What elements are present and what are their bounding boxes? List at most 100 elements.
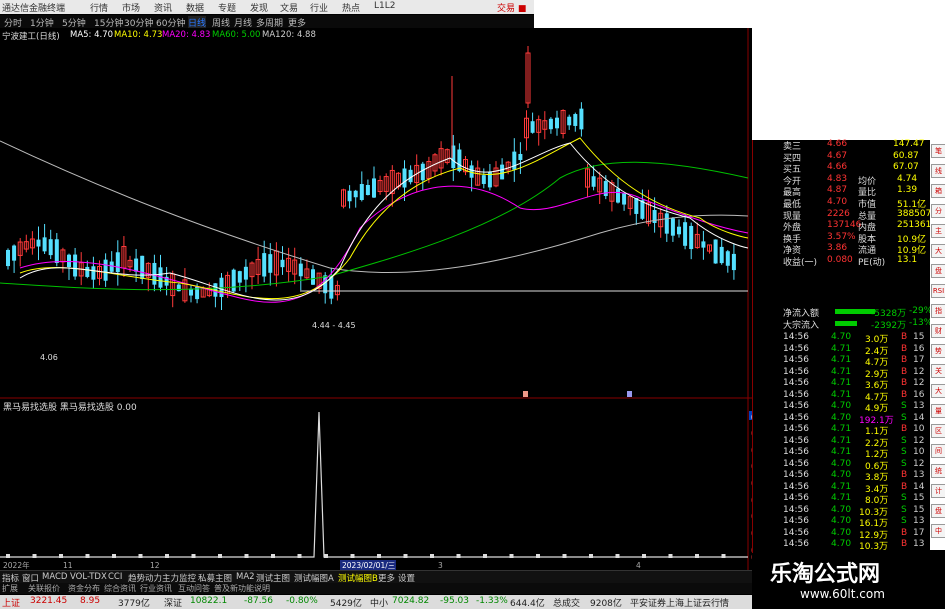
info-tab[interactable]: 普及新功能说明 xyxy=(214,583,270,594)
tick-row: 14:56 4.70 10.3万 S 15 xyxy=(753,505,924,518)
menu-item[interactable]: 热点 xyxy=(342,1,360,14)
tick-price: 4.71 xyxy=(831,343,852,354)
quote-label2: PE(动) xyxy=(858,258,886,268)
menu-item[interactable]: 资讯 xyxy=(154,1,172,14)
tick-price: 4.70 xyxy=(831,458,852,469)
side-button[interactable]: 统 xyxy=(931,464,945,478)
sh-label[interactable]: 上证 xyxy=(2,596,20,609)
side-button[interactable]: 关 xyxy=(931,364,945,378)
side-button[interactable]: 主 xyxy=(931,224,945,238)
quote-label: 收益(一) xyxy=(783,258,818,268)
tick-price: 4.71 xyxy=(831,493,852,503)
info-tab[interactable]: 综合资讯 xyxy=(104,583,136,594)
candle-body xyxy=(353,190,358,198)
event-marker[interactable] xyxy=(627,391,632,397)
side-button[interactable]: RSI xyxy=(931,284,945,298)
menu-item[interactable]: 数据 xyxy=(186,1,204,14)
baseline-dot xyxy=(271,554,275,558)
candle-body xyxy=(518,153,523,161)
indicator-tab[interactable]: MACD xyxy=(42,572,67,582)
tick-volume: 10.3万 xyxy=(859,542,889,552)
event-marker[interactable] xyxy=(523,391,528,397)
side-button[interactable]: 大 xyxy=(931,244,945,258)
side-button[interactable]: 盘 xyxy=(931,264,945,278)
info-tab[interactable]: 资金分布 xyxy=(68,583,100,594)
indicator-tab[interactable]: MA2 xyxy=(236,572,255,582)
side-button[interactable]: 间 xyxy=(931,444,945,458)
kline-chart[interactable]: 5.305.205.105.004.904.804.704.604.504.40… xyxy=(0,28,752,400)
info-tab[interactable]: 行业资讯 xyxy=(140,583,172,594)
indicator-tabs: 指标 窗口 MACD VOL-TDX CCI 趋势动力 主力监控 私募主图 MA2 测试主图 测试幅… xyxy=(0,570,760,584)
menu-item[interactable]: 文易 xyxy=(280,1,298,14)
menu-item[interactable]: 发现 xyxy=(250,1,268,14)
candle-body xyxy=(54,239,59,264)
indicator-tab[interactable]: CCI xyxy=(108,572,122,582)
side-button[interactable]: 线 xyxy=(931,164,945,178)
menu-item[interactable]: L1L2 xyxy=(374,1,395,11)
quote-value2: 13.1 xyxy=(897,255,918,265)
side-button[interactable]: 分 xyxy=(931,204,945,218)
watermark-title: 乐淘公式网 xyxy=(770,562,881,587)
candle-body xyxy=(701,241,706,248)
tick-price: 4.70 xyxy=(831,527,852,538)
menu-item[interactable]: 行业 xyxy=(310,1,328,14)
side-button[interactable]: 财 xyxy=(931,324,945,338)
side-button[interactable]: 大 xyxy=(931,384,945,398)
quote-value: 4.67 xyxy=(827,150,848,161)
menu-item[interactable]: 专题 xyxy=(218,1,236,14)
quote-row: 卖三 4.66 147.47 xyxy=(753,139,931,152)
quote-value2: 251361 xyxy=(897,220,932,231)
flow-label: 大宗流入 xyxy=(783,321,820,331)
side-button[interactable]: 箱 xyxy=(931,184,945,198)
tick-direction: B xyxy=(901,539,908,549)
tick-price: 4.70 xyxy=(831,412,852,423)
info-tab[interactable]: 关联报价 xyxy=(28,583,60,594)
quote-value: 4.87 xyxy=(827,185,848,196)
tick-row: 14:56 4.70 0.6万 S 12 xyxy=(753,458,924,472)
side-button[interactable]: 笔 xyxy=(931,144,945,158)
candle-body xyxy=(573,114,578,126)
baseline-dot xyxy=(615,554,620,558)
tick-price: 4.71 xyxy=(831,378,852,388)
menu-item[interactable]: 市场 xyxy=(122,1,140,14)
tick-row: 14:56 4.70 3.0万 B 15 xyxy=(753,332,924,345)
menu-item[interactable]: 行情 xyxy=(90,1,108,14)
indicator-tab[interactable]: VOL-TDX xyxy=(70,572,107,582)
tick-row: 14:56 4.71 3.6万 B 12 xyxy=(753,378,924,391)
trade-button[interactable]: 交易 ■ xyxy=(497,1,526,14)
tick-time: 14:56 xyxy=(783,378,809,388)
sh-amount: 3779亿 xyxy=(118,599,150,609)
side-button[interactable]: 指 xyxy=(931,304,945,318)
candle-body xyxy=(372,178,376,198)
tick-time: 14:56 xyxy=(783,332,809,342)
indicator-chart[interactable]: 0.950.900.800.700.600.500.400.300.200.10… xyxy=(0,400,752,570)
info-tab[interactable]: 扩展 xyxy=(2,583,18,594)
period-toolbar: 分时 1分钟 5分钟 15分钟 30分钟 60分钟 日线 周线 月线 多周期 更… xyxy=(0,15,534,29)
tick-time: 14:56 xyxy=(783,355,809,365)
tick-count: 12 xyxy=(913,366,925,377)
date-label: 2022年 xyxy=(3,560,30,570)
quote-value: 4.83 xyxy=(827,173,848,184)
candle-body xyxy=(311,269,315,285)
ma-legend: 宁波建工(日线) MA5: 4.70 MA10: 4.73 MA20: 4.83… xyxy=(0,29,534,42)
sz-label[interactable]: 深证 xyxy=(164,596,182,609)
side-button[interactable]: 中 xyxy=(931,524,945,538)
sz-change: -87.56 xyxy=(244,596,274,606)
candle-body xyxy=(603,181,608,196)
tick-time: 14:56 xyxy=(783,343,809,354)
tick-count: 12 xyxy=(913,435,925,446)
side-button[interactable]: 盘 xyxy=(931,504,945,518)
flow-value: -2392万 xyxy=(871,321,907,331)
tick-row: 14:56 4.70 192.1万 S 14 xyxy=(753,412,924,426)
side-button[interactable]: 势 xyxy=(931,344,945,358)
side-button[interactable]: 计 xyxy=(931,484,945,498)
side-button[interactable]: 区 xyxy=(931,424,945,438)
quote-row: 最高 4.87 量比 1.39 xyxy=(753,185,931,198)
candle-body xyxy=(500,164,505,180)
side-button[interactable]: 量 xyxy=(931,404,945,418)
zx-label[interactable]: 中小 xyxy=(370,596,388,609)
baseline-dot xyxy=(668,554,673,558)
info-tab[interactable]: 互动问答 xyxy=(178,583,210,594)
tick-direction: S xyxy=(901,447,907,457)
candle-body xyxy=(634,198,639,214)
